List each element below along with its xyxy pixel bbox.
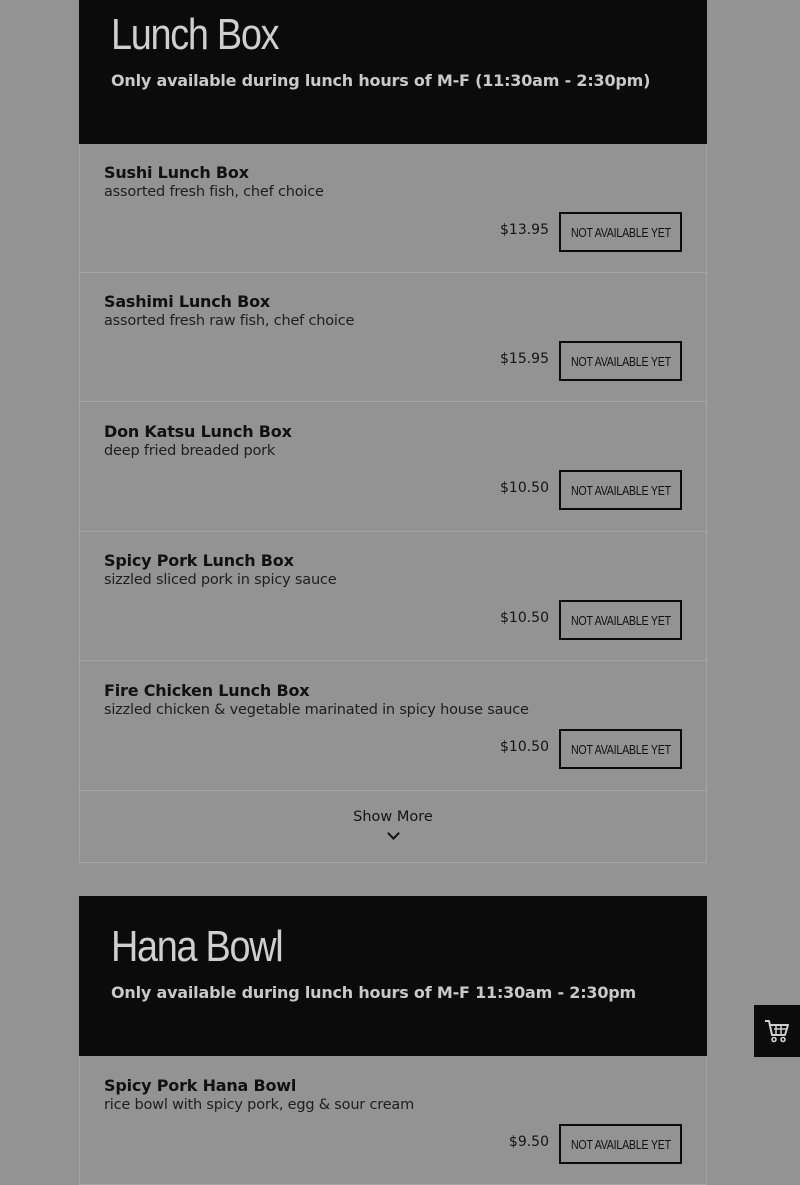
section-header: Hana Bowl Only available during lunch ho… <box>79 896 707 1056</box>
item-price: $9.50 <box>508 1134 549 1150</box>
menu-item: Sushi Lunch Box assorted fresh fish, che… <box>79 144 707 273</box>
show-more-button[interactable]: Show More <box>79 791 707 863</box>
menu-item: Don Katsu Lunch Box deep fried breaded p… <box>79 402 707 532</box>
item-description: deep fried breaded pork <box>104 443 276 459</box>
button-label: NOT AVAILABLE YET <box>570 353 671 369</box>
item-price: $10.50 <box>500 480 549 496</box>
button-label: NOT AVAILABLE YET <box>570 482 671 498</box>
button-label: NOT AVAILABLE YET <box>570 1136 671 1152</box>
shopping-cart-icon <box>765 1020 789 1043</box>
item-description: rice bowl with spicy pork, egg & sour cr… <box>104 1097 415 1113</box>
menu-item: Spicy Pork Lunch Box sizzled sliced pork… <box>79 532 707 661</box>
lunch-box-section: Lunch Box Only available during lunch ho… <box>79 0 707 863</box>
not-available-button[interactable]: NOT AVAILABLE YET <box>559 212 682 252</box>
not-available-button[interactable]: NOT AVAILABLE YET <box>559 600 682 640</box>
button-label: NOT AVAILABLE YET <box>570 224 671 240</box>
item-name: Sushi Lunch Box <box>104 163 249 182</box>
item-name: Fire Chicken Lunch Box <box>104 681 310 700</box>
menu-item: Sashimi Lunch Box assorted fresh raw fis… <box>79 273 707 402</box>
not-available-button[interactable]: NOT AVAILABLE YET <box>559 341 682 381</box>
chevron-down-icon <box>387 827 400 840</box>
item-price: $13.95 <box>500 222 549 238</box>
cart-button[interactable] <box>754 1005 800 1057</box>
item-name: Don Katsu Lunch Box <box>104 422 292 441</box>
section-subtitle: Only available during lunch hours of M-F… <box>111 983 637 1002</box>
item-price: $10.50 <box>500 739 549 755</box>
item-description: assorted fresh raw fish, chef choice <box>104 313 355 329</box>
section-header: Lunch Box Only available during lunch ho… <box>79 0 707 144</box>
item-name: Sashimi Lunch Box <box>104 292 270 311</box>
item-description: sizzled sliced pork in spicy sauce <box>104 572 337 588</box>
not-available-button[interactable]: NOT AVAILABLE YET <box>559 729 682 769</box>
section-title: Hana Bowl <box>111 922 284 971</box>
item-price: $10.50 <box>500 610 549 626</box>
menu-item: Fire Chicken Lunch Box sizzled chicken &… <box>79 661 707 791</box>
item-price: $15.95 <box>500 351 549 367</box>
not-available-button[interactable]: NOT AVAILABLE YET <box>559 1124 682 1164</box>
hana-bowl-section: Hana Bowl Only available during lunch ho… <box>79 896 707 1185</box>
show-more-label: Show More <box>353 809 433 825</box>
section-subtitle: Only available during lunch hours of M-F… <box>111 71 651 90</box>
menu-item: Spicy Pork Hana Bowl rice bowl with spic… <box>79 1056 707 1185</box>
item-description: sizzled chicken & vegetable marinated in… <box>104 702 529 718</box>
item-name: Spicy Pork Lunch Box <box>104 551 294 570</box>
not-available-button[interactable]: NOT AVAILABLE YET <box>559 470 682 510</box>
button-label: NOT AVAILABLE YET <box>570 741 671 757</box>
item-description: assorted fresh fish, chef choice <box>104 184 324 200</box>
section-title: Lunch Box <box>111 10 280 59</box>
item-name: Spicy Pork Hana Bowl <box>104 1076 297 1095</box>
button-label: NOT AVAILABLE YET <box>570 612 671 628</box>
